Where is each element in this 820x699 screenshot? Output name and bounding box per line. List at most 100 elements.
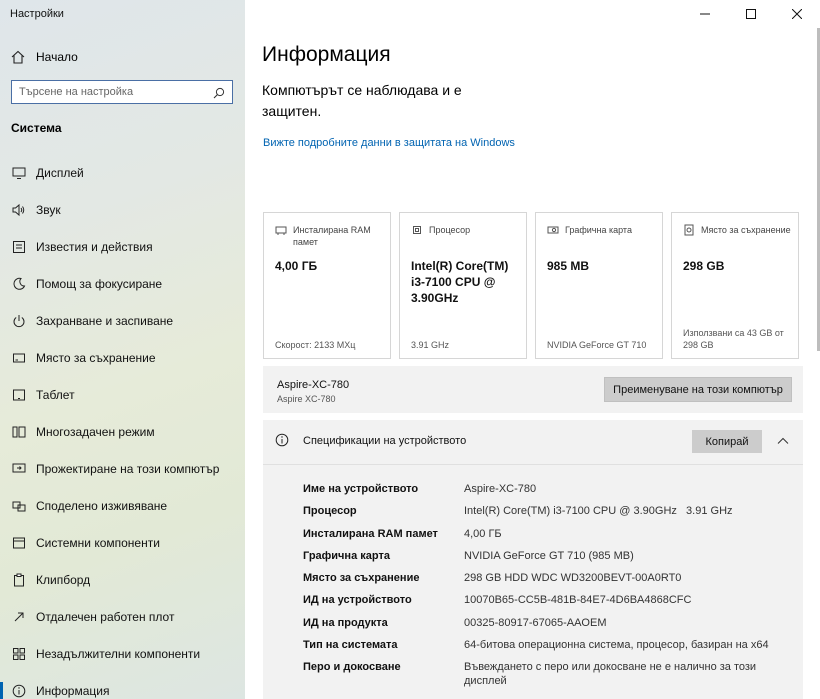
sidebar-item-about[interactable]: Информация <box>0 672 245 699</box>
device-name-panel: Aspire-XC-780 Aspire XC-780 Преименуване… <box>263 366 803 413</box>
specs-list: Име на устройството Aspire-XC-780 Процесо… <box>303 482 774 692</box>
security-details-link[interactable]: Вижте подробните данни в защитата на Win… <box>263 137 515 149</box>
sidebar-item-label: Захранване и заспиване <box>36 313 174 328</box>
card-header: Графична карта <box>565 225 632 235</box>
device-model: Aspire XC-780 <box>277 394 336 404</box>
search-icon[interactable] <box>213 86 225 99</box>
sidebar-item-focus-assist[interactable]: Помощ за фокусиране <box>0 265 245 302</box>
spec-key: Име на устройството <box>303 483 419 495</box>
sidebar-item-label: Споделено изживяване <box>36 498 168 513</box>
sidebar-item-label: Отдалечен работен плот <box>36 609 175 624</box>
sidebar-item-label: Дисплей <box>36 165 84 180</box>
rename-pc-button[interactable]: Преименуване на този компютър <box>604 377 792 402</box>
specs-title: Спецификации на устройството <box>303 435 467 447</box>
sidebar-item-optional-features[interactable]: Незадължителни компоненти <box>0 635 245 672</box>
spec-row: Процесор Intel(R) Core(TM) i3-7100 CPU @ … <box>303 504 774 526</box>
power-icon <box>11 313 27 329</box>
sidebar-item-label: Многозадачен режим <box>36 424 155 439</box>
projecting-icon <box>11 461 27 477</box>
sidebar: Настройки Начало Система Дисплей Звук Из… <box>0 0 245 699</box>
sidebar-item-projecting[interactable]: Прожектиране на този компютър <box>0 450 245 487</box>
protection-status: Компютърът се наблюдава и е защитен. <box>262 82 462 119</box>
sidebar-item-label: Звук <box>36 202 61 217</box>
ram-card: Инсталирана RAM памет 4,00 ГБ Скорост: 2… <box>263 212 391 359</box>
spec-value: Въвеждането с перо или докосване не е на… <box>464 661 757 688</box>
storage-icon <box>11 350 27 366</box>
maximize-button[interactable] <box>728 0 774 28</box>
card-value: 4,00 ГБ <box>275 259 318 273</box>
spec-value: Intel(R) Core(TM) i3-7100 CPU @ 3.90GHz … <box>464 505 733 518</box>
about-icon <box>11 683 27 699</box>
sidebar-item-label: Информация <box>36 683 110 698</box>
section-title: Система <box>11 121 62 135</box>
spec-value: 64-битова операционна система, процесор,… <box>464 639 769 652</box>
device-name: Aspire-XC-780 <box>277 379 350 391</box>
gpu-card: Графична карта 985 MB NVIDIA GeForce GT … <box>535 212 663 359</box>
spec-value: 00325-80917-67065-AAOEM <box>464 616 607 629</box>
sidebar-item-power[interactable]: Захранване и заспиване <box>0 302 245 339</box>
minimize-icon <box>700 13 710 15</box>
spec-key: ИД на продукта <box>303 616 388 629</box>
chevron-up-icon[interactable] <box>776 434 790 448</box>
sidebar-item-display[interactable]: Дисплей <box>0 154 245 191</box>
spec-row: Инсталирана RAM памет 4,00 ГБ <box>303 527 774 549</box>
shared-experiences-icon <box>11 498 27 514</box>
card-value: Intel(R) Core(TM) i3-7100 CPU @ 3.90GHz <box>411 259 509 305</box>
sidebar-item-label: Клипборд <box>36 572 91 587</box>
minimize-button[interactable] <box>682 0 728 28</box>
spec-key: Тип на системата <box>303 639 398 652</box>
tablet-icon <box>11 387 27 403</box>
spec-value: Aspire-XC-780 <box>464 483 537 495</box>
spec-row: Тип на системата 64-битова операционна си… <box>303 638 774 660</box>
spec-key: Графична карта <box>303 549 390 562</box>
optional-features-icon <box>11 646 27 662</box>
storage-card: Място за съхранение 298 GB Използвани са… <box>671 212 799 359</box>
spec-row: ИД на устройството 10070B65-CC5B-481B-84E… <box>303 593 774 615</box>
spec-key: Място за съхранение <box>303 572 420 585</box>
sidebar-item-storage[interactable]: Място за съхранение <box>0 339 245 376</box>
spec-key: Процесор <box>303 505 357 518</box>
display-icon <box>11 165 27 181</box>
card-header: Процесор <box>429 225 471 235</box>
info-icon <box>275 433 289 447</box>
sidebar-item-label: Таблет <box>36 387 75 402</box>
sidebar-home-label: Начало <box>36 50 78 64</box>
spec-row: Перо и докосване Въвеждането с перо или д… <box>303 660 774 692</box>
close-button[interactable] <box>774 0 820 28</box>
sidebar-item-shared-experiences[interactable]: Споделено изживяване <box>0 487 245 524</box>
sidebar-item-remote-desktop[interactable]: Отдалечен работен плот <box>0 598 245 635</box>
search-box[interactable] <box>11 80 233 104</box>
spec-value: 10070B65-CC5B-481B-84E7-4D6BA4868CFC <box>464 594 692 607</box>
remote-desktop-icon <box>11 609 27 625</box>
copy-button[interactable]: Копирай <box>692 430 762 453</box>
card-footer: NVIDIA GeForce GT 710 <box>547 340 647 350</box>
spec-row: ИД на продукта 00325-80917-67065-AAOEM <box>303 616 774 638</box>
search-input[interactable] <box>19 86 209 98</box>
ram-icon <box>275 224 287 236</box>
card-header: Място за съхранение <box>701 225 791 235</box>
device-specifications: Спецификации на устройството Копирай Име… <box>263 420 803 699</box>
gpu-icon <box>547 224 559 236</box>
page-title: Информация <box>262 43 391 66</box>
clipboard-icon <box>11 572 27 588</box>
sidebar-item-label: Помощ за фокусиране <box>36 276 163 291</box>
sidebar-item-notifications[interactable]: Известия и действия <box>0 228 245 265</box>
sidebar-item-sound[interactable]: Звук <box>0 191 245 228</box>
storage-icon <box>683 224 695 236</box>
sidebar-home[interactable]: Начало <box>10 48 78 66</box>
card-value: 985 MB <box>547 259 590 273</box>
specs-header[interactable]: Спецификации на устройството Копирай <box>263 420 803 464</box>
spec-value: 4,00 ГБ <box>464 527 502 540</box>
card-header: Инсталирана RAM памет <box>293 225 371 247</box>
card-footer: Скорост: 2133 МХц <box>275 340 356 350</box>
spec-key: ИД на устройството <box>303 594 412 607</box>
system-components-icon <box>11 535 27 551</box>
divider <box>263 464 803 465</box>
sidebar-item-multitasking[interactable]: Многозадачен режим <box>0 413 245 450</box>
sidebar-item-system-components[interactable]: Системни компоненти <box>0 524 245 561</box>
sidebar-item-tablet[interactable]: Таблет <box>0 376 245 413</box>
sidebar-item-label: Място за съхранение <box>36 350 156 365</box>
home-icon <box>10 49 26 65</box>
sidebar-item-clipboard[interactable]: Клипборд <box>0 561 245 598</box>
spec-key: Перо и докосване <box>303 661 401 674</box>
